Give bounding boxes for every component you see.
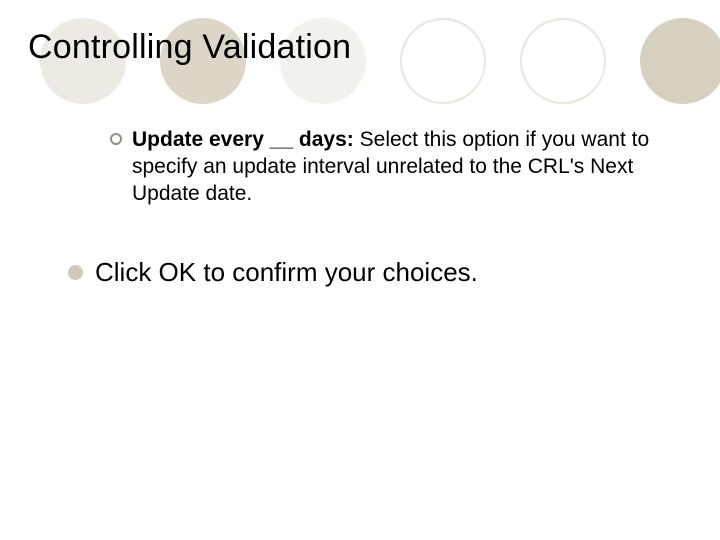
sub-bullet-bold: Update every __ days: [132, 128, 354, 151]
hollow-bullet-icon [110, 133, 122, 145]
page-title: Controlling Validation [28, 28, 680, 67]
sub-bullet-text: Update every __ days: Select this option… [132, 127, 650, 208]
filled-bullet-icon [68, 265, 83, 280]
sub-bullet-item: Update every __ days: Select this option… [110, 127, 650, 208]
main-bullet-text: Click OK to confirm your choices. [95, 256, 478, 290]
main-bullet-item: Click OK to confirm your choices. [68, 256, 668, 290]
